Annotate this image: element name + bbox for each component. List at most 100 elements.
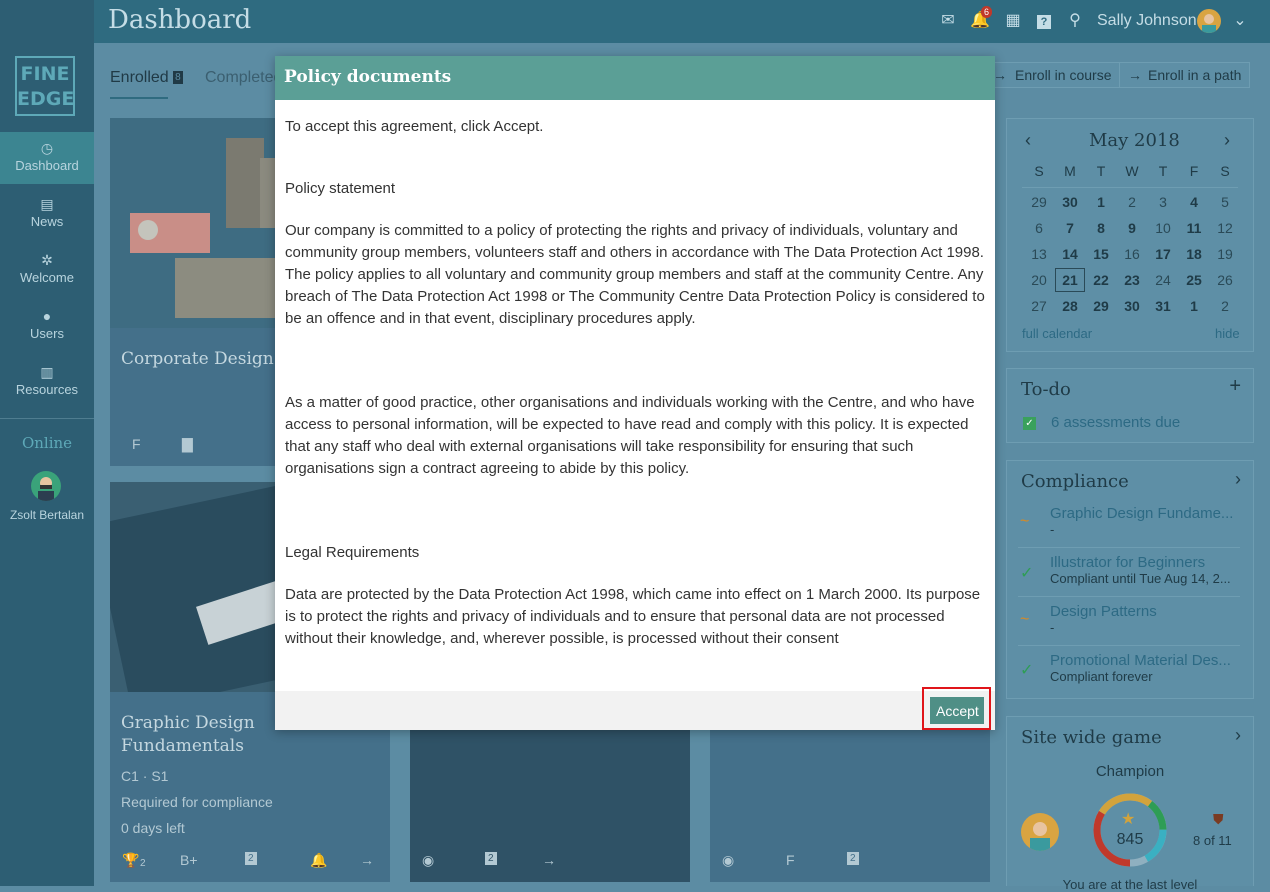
compliance-item-title[interactable]: Promotional Material Des...	[1050, 652, 1240, 669]
legal-paragraph: Data are protected by the Data Protectio…	[285, 586, 981, 647]
enroll-path-button[interactable]: → Enroll in a path	[1119, 62, 1251, 88]
calendar-day[interactable]: 14	[1055, 246, 1085, 262]
calendar-day[interactable]: 12	[1210, 220, 1240, 236]
sidebar-item-label: Users	[30, 326, 64, 341]
calendar-day[interactable]: 16	[1117, 246, 1147, 262]
calendar-day[interactable]: 5	[1210, 194, 1240, 210]
policy-paragraph: Our company is committed to a policy of …	[285, 222, 985, 327]
arrow-right-icon[interactable]: →	[360, 852, 374, 868]
calendar-day[interactable]: 7	[1055, 220, 1085, 236]
calendar-day[interactable]: 29	[1086, 298, 1116, 314]
chevron-right-icon[interactable]: ›	[1235, 469, 1241, 490]
calendar-day[interactable]: 19	[1210, 246, 1240, 262]
calendar-day[interactable]: 28	[1055, 298, 1085, 314]
compliance-item[interactable]: Promotional Material Des... Compliant fo…	[1050, 652, 1240, 684]
compliance-item-title[interactable]: Graphic Design Fundame...	[1050, 505, 1240, 522]
add-icon[interactable]: +	[1229, 375, 1241, 398]
calendar-day[interactable]: 23	[1117, 272, 1147, 288]
weekday-label: F	[1189, 163, 1199, 179]
hide-calendar-link[interactable]: hide	[1215, 326, 1240, 341]
calendar-day[interactable]: 17	[1148, 246, 1178, 262]
tab-completed[interactable]: Completed	[205, 69, 282, 87]
calendar-day[interactable]: 20	[1024, 272, 1054, 288]
calendar-day[interactable]: 31	[1148, 298, 1178, 314]
todo-title: To-do	[1021, 379, 1071, 400]
compliance-item-title[interactable]: Design Patterns	[1050, 603, 1240, 620]
chevron-left-icon[interactable]: ‹	[1025, 130, 1031, 151]
checkbox-icon[interactable]: ✓	[1023, 417, 1036, 430]
online-label: Online	[21, 434, 73, 452]
calendar-day[interactable]: 2	[1210, 298, 1240, 314]
sidebar-item-users[interactable]: ● Users	[0, 300, 94, 352]
sidebar-item-dashboard[interactable]: ◷ Dashboard	[0, 132, 94, 184]
calendar-day[interactable]: 25	[1179, 272, 1209, 288]
calendar-day[interactable]: 3	[1148, 194, 1178, 210]
weekday-label: W	[1125, 163, 1139, 179]
chevron-down-icon[interactable]: ⌄	[1230, 11, 1250, 31]
calendar-day[interactable]: 30	[1055, 194, 1085, 210]
calendar-day[interactable]: 2	[1117, 194, 1147, 210]
course-title[interactable]: Corporate Design	[121, 348, 274, 371]
tab-count-badge: 8	[173, 71, 183, 85]
search-icon[interactable]: ⚲	[1065, 11, 1085, 31]
sidebar-item-news[interactable]: ▤ News	[0, 188, 94, 240]
tab-underline	[110, 97, 168, 99]
modal-header: Policy documents	[275, 56, 995, 100]
calendar-day[interactable]: 30	[1117, 298, 1147, 314]
enroll-course-button[interactable]: → Enroll in course	[992, 62, 1121, 88]
calendar-day[interactable]: 8	[1086, 220, 1116, 236]
compliance-item-title[interactable]: Illustrator for Beginners	[1050, 554, 1240, 571]
calendar-day[interactable]: 18	[1179, 246, 1209, 262]
user-name[interactable]: Sally Johnson	[1097, 12, 1197, 30]
compliance-item[interactable]: Illustrator for Beginners Compliant unti…	[1050, 554, 1240, 586]
online-user-avatar[interactable]	[31, 471, 61, 501]
chevron-right-icon[interactable]: ›	[1224, 130, 1230, 151]
calendar-day[interactable]: 26	[1210, 272, 1240, 288]
calendar-day[interactable]: 24	[1148, 272, 1178, 288]
sidebar-item-welcome[interactable]: ✲ Welcome	[0, 244, 94, 296]
grade-label: F	[132, 436, 141, 452]
calendar-day[interactable]: 27	[1024, 298, 1054, 314]
modal-title: Policy documents	[284, 67, 452, 87]
sidebar-item-label: Resources	[15, 382, 79, 397]
calendar-day[interactable]: 1	[1179, 298, 1209, 314]
help-icon[interactable]: ?	[1034, 11, 1054, 31]
course-card[interactable]: ◉ 2 →	[410, 730, 690, 882]
mail-icon[interactable]: ✉	[938, 11, 958, 31]
card-icons: 🏆 2 B+ 2 🔔 →	[110, 852, 390, 872]
weekday-label: M	[1064, 163, 1076, 179]
logo[interactable]: FINE EDGE	[15, 56, 75, 116]
todo-item[interactable]: 6 assessments due	[1051, 414, 1180, 431]
course-code: C1 · S1	[121, 768, 169, 784]
tab-enrolled[interactable]: Enrolled 8	[110, 69, 183, 87]
arrow-right-icon[interactable]: →	[542, 852, 556, 868]
compliance-item[interactable]: Design Patterns -	[1050, 603, 1240, 635]
calendar-divider	[1022, 187, 1238, 188]
calendar-day[interactable]: 4	[1179, 194, 1209, 210]
calendar-day[interactable]: 29	[1024, 194, 1054, 210]
calendar-day[interactable]: 6	[1024, 220, 1054, 236]
calendar-day[interactable]: 1	[1086, 194, 1116, 210]
chevron-right-icon[interactable]: ›	[1235, 725, 1241, 746]
calendar-day[interactable]: 9	[1117, 220, 1147, 236]
calendar-month: May 2018	[1089, 130, 1180, 151]
bell-icon[interactable]: 🔔	[310, 852, 327, 869]
calendar-day[interactable]: 15	[1086, 246, 1116, 262]
sidebar-item-resources[interactable]: ▥ Resources	[0, 356, 94, 408]
calendar-day[interactable]: 11	[1179, 220, 1209, 236]
player-avatar	[1021, 813, 1059, 851]
days-left: 0 days left	[121, 820, 185, 836]
calendar-day[interactable]: 13	[1024, 246, 1054, 262]
calendar-day[interactable]: 22	[1086, 272, 1116, 288]
full-calendar-link[interactable]: full calendar	[1022, 326, 1092, 341]
calendar-icon[interactable]: ▦	[1003, 11, 1023, 31]
policy-heading: Policy statement	[285, 180, 396, 197]
online-user-name[interactable]: Zsolt Bertalan	[0, 508, 94, 522]
compliance-item[interactable]: Graphic Design Fundame... -	[1050, 505, 1240, 537]
accept-button[interactable]: Accept	[930, 697, 984, 724]
calendar-today[interactable]: 21	[1055, 268, 1085, 292]
user-avatar[interactable]	[1197, 9, 1221, 33]
calendar-day[interactable]: 10	[1148, 220, 1178, 236]
course-card[interactable]: ◉ F 2	[710, 730, 990, 882]
pending-icon: ~	[1020, 611, 1030, 628]
